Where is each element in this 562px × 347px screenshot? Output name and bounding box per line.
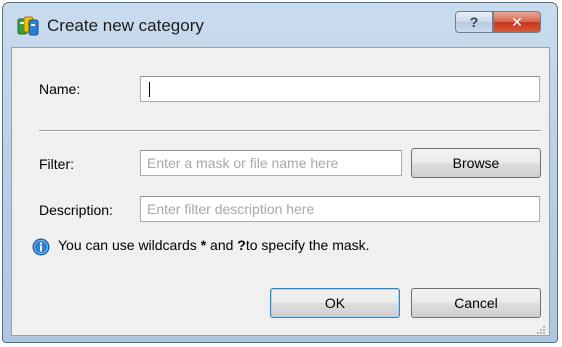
dialog-window: Create new category ? ✕ Name: Filter: Br…	[2, 2, 558, 343]
hint-wildcard-question: ?	[237, 237, 246, 253]
text-caret	[149, 82, 150, 97]
title-bar[interactable]: Create new category ? ✕	[3, 3, 557, 47]
name-input[interactable]	[140, 76, 540, 102]
description-input[interactable]	[140, 196, 540, 222]
cancel-button[interactable]: Cancel	[411, 288, 541, 318]
hint-text-middle: and	[210, 237, 234, 253]
filter-label: Filter:	[39, 156, 74, 172]
dialog-content: Name: Filter: Browse Description: You ca…	[11, 47, 550, 336]
hint-text-before: You can use wildcards	[58, 237, 197, 253]
hint-wildcard-star: *	[200, 237, 207, 253]
browse-button[interactable]: Browse	[411, 148, 541, 178]
filter-input[interactable]	[140, 150, 402, 176]
wildcard-hint: You can use wildcards * and ?to specify …	[58, 237, 370, 253]
info-icon	[32, 238, 50, 256]
help-button[interactable]: ?	[455, 11, 493, 33]
close-button[interactable]: ✕	[493, 11, 541, 33]
close-icon: ✕	[511, 13, 523, 30]
hint-text-after: to specify the mask.	[245, 237, 370, 253]
description-label: Description:	[39, 202, 113, 218]
category-app-icon	[17, 15, 39, 37]
dialog-title: Create new category	[47, 16, 204, 35]
separator	[39, 130, 541, 132]
help-icon: ?	[469, 14, 479, 30]
name-label: Name:	[39, 81, 81, 97]
resize-grip-icon[interactable]	[536, 322, 546, 334]
ok-button[interactable]: OK	[270, 288, 400, 318]
